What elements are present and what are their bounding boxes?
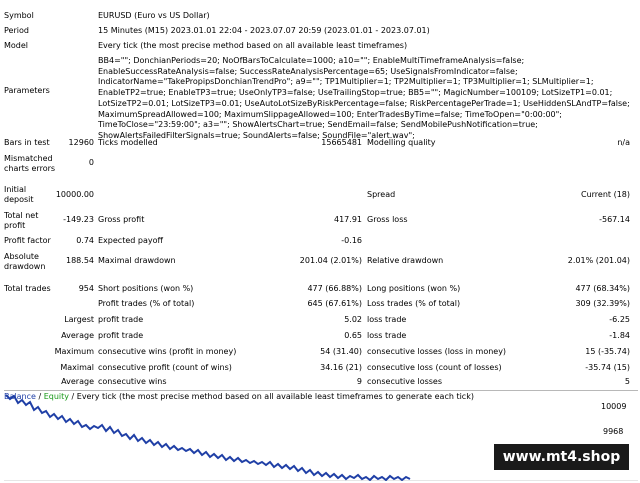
chart-title: Balance / Equity / Every tick (the most …	[4, 392, 474, 401]
reldd-value: 2.01% (201.04)	[567, 256, 630, 265]
legend-sep-2: /	[68, 392, 77, 401]
short-value: 477 (66.88%)	[307, 284, 362, 293]
symbol-label: Symbol	[4, 11, 34, 20]
maximal-loss-value: -35.74 (15)	[585, 363, 630, 372]
avg-consec-losses-label: consecutive losses	[367, 377, 443, 386]
model-label: Model	[4, 41, 29, 50]
balance-line	[5, 394, 411, 482]
average-label: Average	[61, 331, 94, 340]
legend-sep-1: /	[35, 392, 44, 401]
max-wins-value: 54 (31.40)	[320, 347, 362, 356]
y-tick-1: 10009	[601, 402, 627, 411]
quality-value: n/a	[617, 138, 630, 147]
netprofit-label: Total net	[4, 211, 39, 220]
maximum-label: Maximum	[54, 347, 94, 356]
largest-profit-value: 5.02	[344, 315, 362, 324]
grossloss-label: Gross loss	[367, 215, 408, 224]
ticks-value: 15665481	[321, 138, 362, 147]
maxdd-label: Maximal drawdown	[98, 256, 176, 265]
balance-legend: Balance	[4, 392, 36, 401]
avg-consec-losses-value: 5	[624, 377, 630, 386]
deposit-label-2: deposit	[4, 195, 34, 204]
grossloss-value: -567.14	[599, 215, 630, 224]
parameters-label: Parameters	[4, 86, 50, 95]
avg-consec-wins-value: 9	[356, 377, 362, 386]
absdd-value: 188.54	[66, 256, 94, 265]
spread-label: Spread	[367, 190, 396, 199]
short-label: Short positions (won %)	[98, 284, 194, 293]
bars-value: 12960	[68, 138, 94, 147]
reldd-label: Relative drawdown	[367, 256, 444, 265]
ltrades-label: Loss trades (% of total)	[367, 299, 461, 308]
ep-value: -0.16	[341, 236, 362, 245]
maximal-label: Maximal	[60, 363, 94, 372]
ptrades-label: Profit trades (% of total)	[98, 299, 195, 308]
pf-value: 0.74	[76, 236, 94, 245]
ep-label: Expected payoff	[98, 236, 163, 245]
grossprofit-label: Gross profit	[98, 215, 145, 224]
model-value: Every tick (the most precise method base…	[98, 41, 408, 50]
ltrades-value: 309 (32.39%)	[575, 299, 630, 308]
ticks-label: Ticks modelled	[98, 138, 158, 147]
max-losses-label: consecutive losses (loss in money)	[367, 347, 507, 356]
average-loss-label: loss trade	[367, 331, 407, 340]
chart-title-rest: Every tick (the most precise method base…	[76, 392, 474, 401]
max-wins-label: consecutive wins (profit in money)	[98, 347, 237, 356]
netprofit-value: -149.23	[63, 215, 94, 224]
equity-legend: Equity	[43, 392, 69, 401]
watermark-badge: www.mt4.shop	[494, 444, 629, 470]
avg-consec-wins-label: consecutive wins	[98, 377, 167, 386]
average-profit-label: profit trade	[98, 331, 144, 340]
max-losses-value: 15 (-35.74)	[585, 347, 630, 356]
absdd-label: Absolute	[4, 252, 39, 261]
average-loss-value: -1.84	[609, 331, 630, 340]
maxdd-value: 201.04 (2.01%)	[299, 256, 362, 265]
maximal-profit-label: consecutive profit (count of wins)	[98, 363, 232, 372]
maximal-loss-label: consecutive loss (count of losses)	[367, 363, 502, 372]
y-tick-2: 9968	[603, 427, 624, 436]
ptrades-value: 645 (67.61%)	[307, 299, 362, 308]
trades-label: Total trades	[4, 284, 51, 293]
average-profit-value: 0.65	[344, 331, 362, 340]
mismatched-value: 0	[88, 158, 94, 167]
deposit-label: Initial	[4, 185, 27, 194]
period-value: 15 Minutes (M15) 2023.01.01 22:04 - 2023…	[98, 26, 430, 35]
pf-label: Profit factor	[4, 236, 51, 245]
period-label: Period	[4, 26, 29, 35]
largest-label: Largest	[64, 315, 94, 324]
quality-label: Modelling quality	[367, 138, 436, 147]
bars-label: Bars in test	[4, 138, 50, 147]
deposit-value: 10000.00	[55, 190, 94, 199]
trades-value: 954	[78, 284, 94, 293]
largest-profit-label: profit trade	[98, 315, 144, 324]
long-value: 477 (68.34%)	[575, 284, 630, 293]
grossprofit-value: 417.91	[334, 215, 362, 224]
largest-loss-value: -6.25	[609, 315, 630, 324]
netprofit-label-2: profit	[4, 221, 26, 230]
avg-consec-label: Average	[61, 377, 94, 386]
largest-loss-label: loss trade	[367, 315, 407, 324]
absdd-label-2: drawdown	[4, 262, 46, 271]
parameters-value: BB4=""; DonchianPeriods=20; NoOfBarsToCa…	[98, 56, 630, 140]
symbol-value: EURUSD (Euro vs US Dollar)	[98, 11, 210, 20]
mismatched-label: Mismatched	[4, 154, 53, 163]
long-label: Long positions (won %)	[367, 284, 461, 293]
spread-value: Current (18)	[580, 190, 630, 199]
maximal-profit-value: 34.16 (21)	[320, 363, 362, 372]
